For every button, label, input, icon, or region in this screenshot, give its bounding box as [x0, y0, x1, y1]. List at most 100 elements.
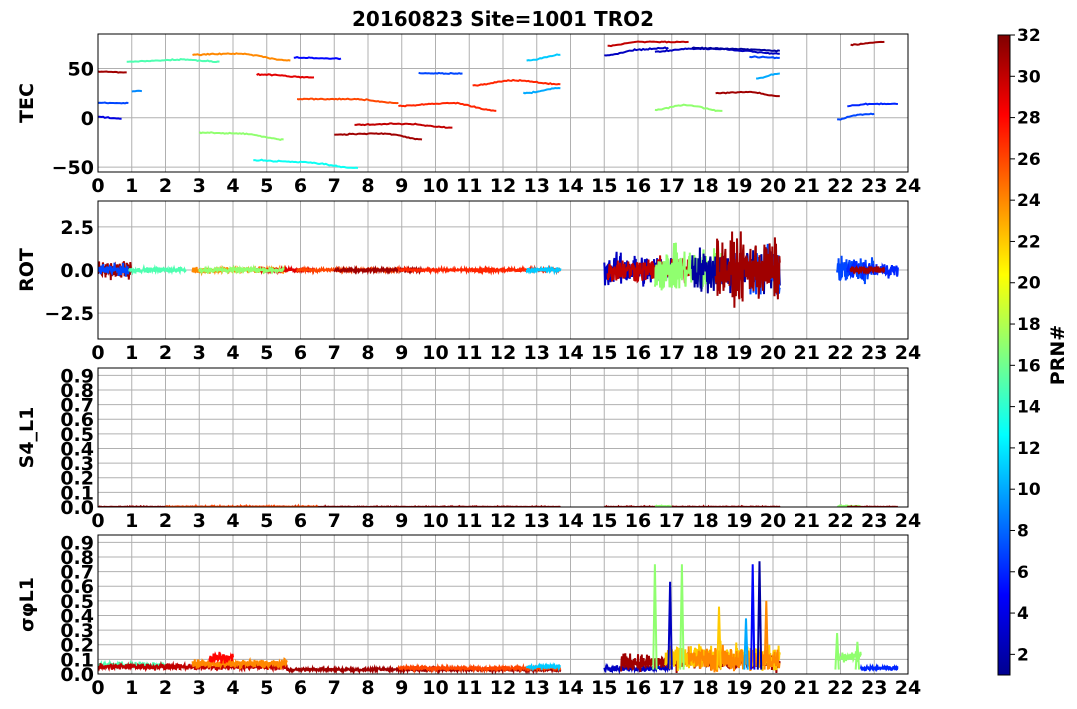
series-line-prn-10 — [522, 86, 561, 95]
x-tick-label: 12 — [490, 175, 516, 197]
series-line-prn-31 — [98, 70, 127, 74]
x-tick-label: 13 — [524, 510, 550, 532]
colorbar-tick-label: 20 — [1017, 274, 1041, 294]
spike-prn-17 — [834, 632, 840, 670]
colorbar-tick-label: 4 — [1017, 604, 1029, 624]
x-tick-label: 23 — [861, 342, 887, 364]
x-tick-label: 4 — [226, 175, 239, 197]
x-tick-label: 19 — [726, 677, 752, 699]
x-tick-label: 5 — [260, 175, 273, 197]
series-line-prn-9 — [131, 89, 143, 93]
series-line-prn-26 — [296, 97, 399, 105]
grid — [97, 34, 909, 172]
x-tick-label: 13 — [524, 677, 550, 699]
colorbar-tick-label: 26 — [1017, 150, 1041, 170]
y-axis-label: TEC — [16, 83, 38, 123]
x-tick-label: 10 — [422, 342, 448, 364]
colorbar-tick-label: 10 — [1017, 480, 1041, 500]
x-tick-label: 22 — [827, 510, 853, 532]
x-tick-label: 11 — [456, 677, 482, 699]
x-tick-label: 14 — [557, 342, 583, 364]
series-group — [98, 561, 899, 674]
x-tick-label: 19 — [726, 175, 752, 197]
y-axis-label: S4_L1 — [16, 407, 38, 469]
x-tick-label: 21 — [794, 510, 820, 532]
series-line-prn-17 — [654, 103, 723, 112]
x-tick-label: 0 — [91, 342, 104, 364]
series-line-prn-10 — [756, 72, 781, 80]
series-line-prn-11 — [525, 662, 561, 672]
x-tick-label: 11 — [456, 175, 482, 197]
x-tick-label: 3 — [193, 677, 206, 699]
series-line-prn-17 — [198, 264, 285, 276]
series-line-prn-31 — [334, 132, 423, 141]
x-tick-label: 10 — [422, 677, 448, 699]
x-tick-label: 10 — [422, 175, 448, 197]
colorbar-tick-label: 22 — [1017, 232, 1041, 252]
x-tick-label: 8 — [361, 342, 374, 364]
series-line-prn-31 — [714, 231, 781, 308]
x-tick-label: 23 — [861, 175, 887, 197]
x-tick-label: 21 — [794, 175, 820, 197]
x-tick-label: 5 — [260, 342, 273, 364]
x-tick-label: 8 — [361, 677, 374, 699]
series-line-prn-7 — [749, 55, 780, 60]
series-line-prn-24 — [192, 52, 291, 62]
x-tick-label: 17 — [659, 510, 685, 532]
y-tick-label: 0.9 — [60, 532, 94, 554]
x-tick-label: 6 — [294, 342, 307, 364]
x-tick-label: 4 — [226, 510, 239, 532]
x-tick-label: 2 — [159, 510, 172, 532]
x-tick-label: 24 — [895, 342, 921, 364]
x-tick-label: 15 — [591, 510, 617, 532]
x-tick-label: 13 — [524, 342, 550, 364]
x-tick-label: 16 — [625, 342, 651, 364]
series-line-prn-27 — [472, 78, 561, 87]
x-tick-label: 9 — [395, 510, 408, 532]
rot-panel: 0 1 2 3 4 5 6 7 8 9 10 11 12 13 14 15 16 17 18 19 20 21 22 23 24… — [16, 200, 921, 364]
x-tick-label: 2 — [159, 342, 172, 364]
colorbar: 2468101214161820222426283032 PRN# — [997, 26, 1069, 676]
x-tick-label: 7 — [328, 510, 341, 532]
series-line-prn-4 — [98, 115, 122, 120]
x-tick-label: 8 — [361, 175, 374, 197]
colorbar-tick-label: 28 — [1017, 109, 1041, 129]
chart-title: 20160823 Site=1001 TRO2 — [352, 7, 654, 31]
series-line-prn-15 — [128, 263, 187, 276]
series-line-prn-30 — [607, 40, 689, 48]
series-line-prn-7 — [98, 101, 129, 105]
colorbar-tick-label: 2 — [1017, 645, 1029, 665]
colorbar-tick-label: 24 — [1017, 191, 1041, 211]
x-tick-label: 10 — [422, 510, 448, 532]
series-line-prn-7 — [418, 71, 463, 75]
x-tick-label: 24 — [895, 510, 921, 532]
x-tick-label: 1 — [125, 175, 138, 197]
x-tick-label: 3 — [193, 175, 206, 197]
series-line-prn-11 — [526, 53, 561, 62]
colorbar-tick-label: 8 — [1017, 521, 1029, 541]
x-tick-label: 18 — [692, 342, 718, 364]
series-line-prn-31 — [850, 40, 885, 47]
y-tick-label: 0.9 — [60, 365, 94, 387]
x-tick-label: 22 — [827, 677, 853, 699]
x-tick-label: 1 — [125, 677, 138, 699]
colorbar-label: PRN# — [1047, 325, 1069, 385]
series-line-prn-27 — [398, 101, 497, 112]
x-tick-label: 7 — [328, 342, 341, 364]
x-tick-label: 15 — [591, 342, 617, 364]
x-tick-label: 12 — [490, 677, 516, 699]
x-tick-label: 21 — [794, 342, 820, 364]
x-tick-label: 3 — [193, 342, 206, 364]
x-tick-label: 12 — [490, 342, 516, 364]
series-line-prn-31 — [715, 90, 780, 98]
x-tick-label: 20 — [760, 175, 786, 197]
x-tick-label: 17 — [659, 175, 685, 197]
x-tick-label: 23 — [861, 510, 887, 532]
x-tick-label: 14 — [557, 677, 583, 699]
colorbar-tick-label: 30 — [1017, 67, 1041, 87]
x-tick-label: 16 — [625, 175, 651, 197]
y-tick-label: 2.5 — [60, 217, 94, 239]
series-line-prn-29 — [256, 72, 315, 79]
x-tick-label: 22 — [827, 342, 853, 364]
x-tick-label: 9 — [395, 342, 408, 364]
